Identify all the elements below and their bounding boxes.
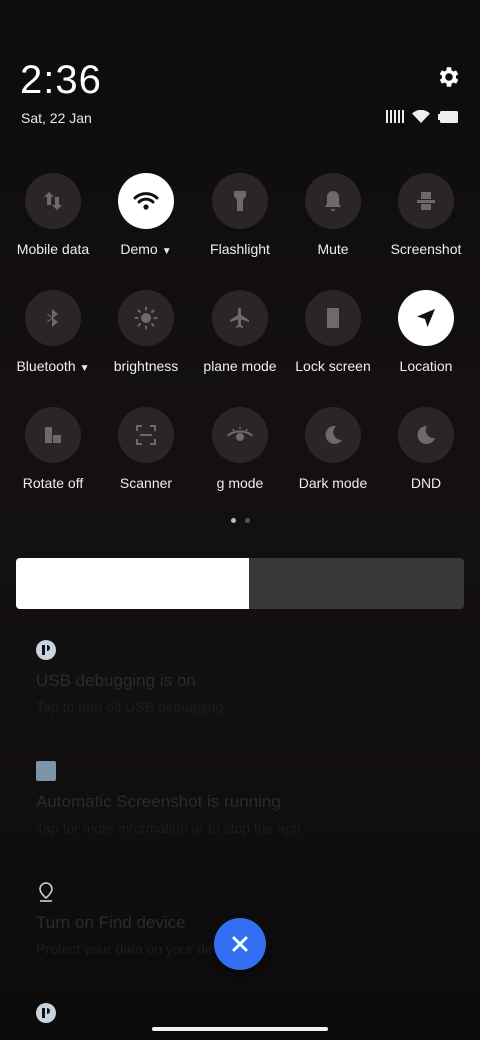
tile-label: g mode xyxy=(216,475,264,491)
tile-label: Demo xyxy=(120,241,158,257)
tile-label: plane mode xyxy=(203,358,277,374)
tile-label: Screenshot xyxy=(390,241,462,257)
dropdown-caret-icon[interactable]: ▼ xyxy=(80,363,90,374)
tile-reading-mode[interactable]: g mode xyxy=(192,407,288,491)
close-button[interactable] xyxy=(214,918,266,970)
notification-partial[interactable] xyxy=(36,1003,456,1028)
location-icon xyxy=(398,290,454,346)
bluetooth-icon xyxy=(25,290,81,346)
rotate-icon xyxy=(25,407,81,463)
tile-wifi-demo[interactable]: Demo ▼ xyxy=(98,173,194,257)
notification-usb-debugging[interactable]: USB debugging is on Tap to turn off USB … xyxy=(36,640,456,715)
gear-icon[interactable] xyxy=(436,64,462,90)
bell-icon xyxy=(305,173,361,229)
tile-label: Rotate off xyxy=(22,475,84,491)
scanner-icon xyxy=(118,407,174,463)
tile-mobile-data[interactable]: Mobile data xyxy=(5,173,101,257)
brightness-icon xyxy=(118,290,174,346)
eye-icon xyxy=(212,407,268,463)
android-settings-icon xyxy=(36,1003,56,1023)
tile-brightness[interactable]: brightness xyxy=(98,290,194,374)
tile-label: Lock screen xyxy=(295,358,371,374)
notification-title: Automatic Screenshot is running xyxy=(36,792,281,811)
notification-automatic-screenshot[interactable]: Automatic Screenshot is running Tap for … xyxy=(36,761,456,836)
page-dot[interactable] xyxy=(244,518,250,523)
page-indicator xyxy=(0,518,480,523)
tile-airplane-mode[interactable]: plane mode xyxy=(192,290,288,374)
close-icon xyxy=(232,936,248,952)
tile-location[interactable]: Location xyxy=(378,290,474,374)
app-square-icon xyxy=(36,761,56,781)
page-dot-active[interactable] xyxy=(230,518,236,523)
tile-label: Location xyxy=(399,358,453,374)
tile-label: Mute xyxy=(317,241,349,257)
tile-mute[interactable]: Mute xyxy=(285,173,381,257)
tile-label: Bluetooth xyxy=(16,358,76,374)
clock-time: 2:36 xyxy=(20,58,102,102)
wifi-icon xyxy=(118,173,174,229)
tile-rotate[interactable]: Rotate off xyxy=(5,407,101,491)
home-indicator[interactable] xyxy=(152,1027,328,1031)
tile-bluetooth[interactable]: Bluetooth ▼ xyxy=(5,290,101,374)
tile-lock-screen[interactable]: Lock screen xyxy=(285,290,381,374)
tile-label: brightness xyxy=(113,358,179,374)
dark-mode-icon xyxy=(305,407,361,463)
tile-label: DND xyxy=(410,475,442,491)
signal-icon xyxy=(386,110,404,123)
moon-icon xyxy=(398,407,454,463)
tile-label: Dark mode xyxy=(298,475,368,491)
android-settings-icon xyxy=(36,640,56,660)
location-pin-icon xyxy=(39,882,53,902)
tile-dark-mode[interactable]: Dark mode xyxy=(285,407,381,491)
tile-dnd[interactable]: DND xyxy=(378,407,474,491)
notification-subtitle: Tap for more information or to stop the … xyxy=(36,820,301,836)
brightness-slider[interactable] xyxy=(16,558,464,609)
status-icons xyxy=(386,110,458,123)
tile-label: Mobile data xyxy=(16,241,90,257)
airplane-icon xyxy=(212,290,268,346)
brightness-slider-fill xyxy=(16,558,249,609)
screenshot-icon xyxy=(398,173,454,229)
tile-scanner[interactable]: Scanner xyxy=(98,407,194,491)
tile-label: Flashlight xyxy=(210,241,270,257)
tile-label: Scanner xyxy=(119,475,173,491)
flashlight-icon xyxy=(212,173,268,229)
battery-icon xyxy=(438,110,458,123)
notification-title: USB debugging is on xyxy=(36,671,196,690)
dropdown-caret-icon[interactable]: ▼ xyxy=(162,246,172,257)
tile-flashlight[interactable]: Flashlight xyxy=(192,173,288,257)
notification-subtitle: Tap to turn off USB debugging xyxy=(36,699,224,715)
wifi-icon xyxy=(412,110,430,123)
mobile-data-icon xyxy=(25,173,81,229)
tile-screenshot[interactable]: Screenshot xyxy=(378,173,474,257)
lock-screen-icon xyxy=(305,290,361,346)
clock-date: Sat, 22 Jan xyxy=(21,110,92,126)
